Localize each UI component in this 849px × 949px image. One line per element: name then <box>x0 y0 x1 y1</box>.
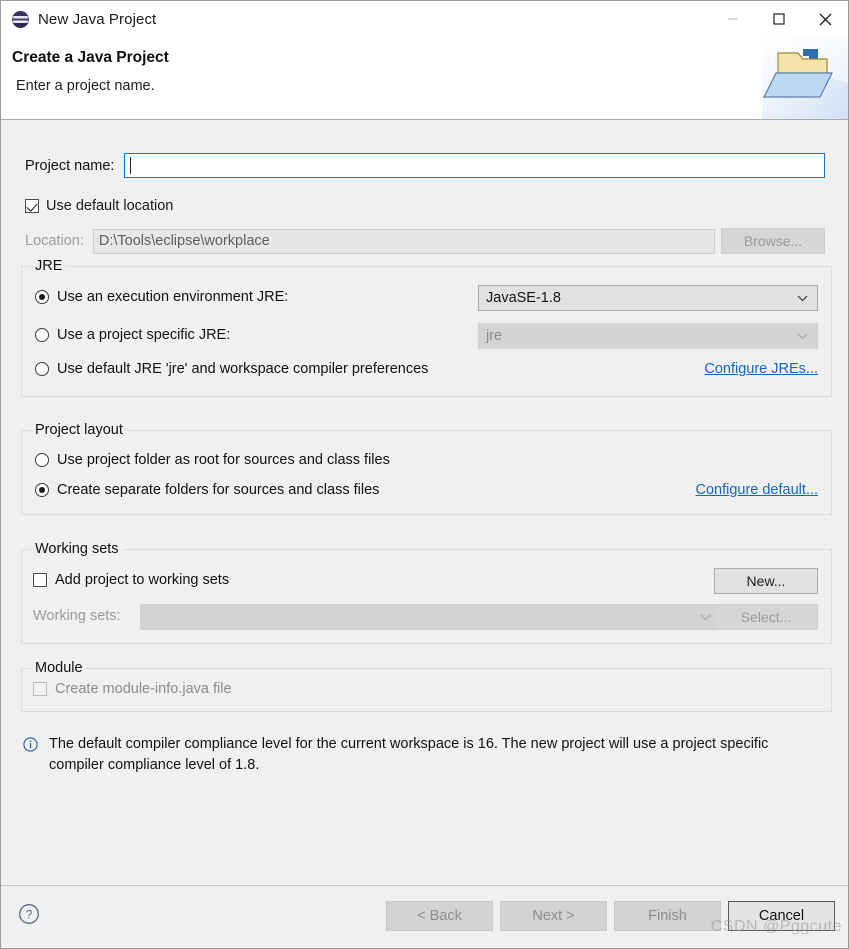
project-layout-group-title: Project layout <box>31 422 127 438</box>
project-layout-group: Project layout Use project folder as roo… <box>21 422 832 515</box>
layout-separate-folders-label: Create separate folders for sources and … <box>57 482 380 498</box>
cancel-button[interactable]: Cancel <box>728 901 835 931</box>
jre-project-specific-label: Use a project specific JRE: <box>57 327 231 343</box>
page-title: Create a Java Project <box>12 49 169 66</box>
info-message-text: The default compiler compliance level fo… <box>49 736 769 773</box>
maximize-button[interactable] <box>756 1 802 37</box>
info-icon <box>23 737 38 752</box>
execution-env-value: JavaSE-1.8 <box>486 290 561 306</box>
working-sets-group: Working sets Add project to working sets… <box>21 541 832 644</box>
dialog-content: Project name: Use default location Locat… <box>1 120 848 885</box>
new-java-project-dialog: New Java Project Create a Java Project E… <box>0 0 849 949</box>
module-group-title: Module <box>31 660 87 676</box>
use-default-location-checkbox[interactable] <box>25 199 39 213</box>
layout-project-folder-label: Use project folder as root for sources a… <box>57 452 390 468</box>
minimize-button[interactable] <box>710 1 756 37</box>
use-default-location-label: Use default location <box>46 198 174 214</box>
chevron-down-icon <box>700 614 711 620</box>
next-button: Next > <box>500 901 607 931</box>
specific-jre-combo: jre <box>478 323 818 349</box>
eclipse-icon <box>12 10 29 28</box>
browse-button: Browse... <box>721 228 825 254</box>
new-working-set-button[interactable]: New... <box>714 568 818 594</box>
info-message: The default compiler compliance level fo… <box>23 734 824 776</box>
jre-group: JRE Use an execution environment JRE: Us… <box>21 258 832 397</box>
jre-execution-env-label: Use an execution environment JRE: <box>57 289 289 305</box>
dialog-header: Create a Java Project Enter a project na… <box>1 37 848 120</box>
working-sets-label: Working sets: <box>33 608 121 624</box>
add-to-working-sets-row[interactable]: Add project to working sets <box>33 572 229 588</box>
chevron-down-icon <box>797 333 808 339</box>
project-name-input[interactable] <box>124 153 825 178</box>
close-button[interactable] <box>802 1 848 37</box>
close-icon <box>819 13 831 25</box>
title-bar: New Java Project <box>1 1 848 37</box>
java-project-folder-icon <box>762 37 848 119</box>
specific-jre-value: jre <box>486 328 503 344</box>
create-module-info-row: Create module-info.java file <box>33 681 232 697</box>
jre-default-radio[interactable] <box>35 362 49 376</box>
jre-execution-env-radio[interactable] <box>35 290 49 304</box>
add-to-working-sets-label: Add project to working sets <box>55 572 230 588</box>
jre-project-specific-radio[interactable] <box>35 328 49 342</box>
working-sets-group-title: Working sets <box>31 541 123 557</box>
layout-option-separate-folders[interactable]: Create separate folders for sources and … <box>35 482 379 498</box>
jre-default-label: Use default JRE 'jre' and workspace comp… <box>57 361 429 377</box>
layout-separate-folders-radio[interactable] <box>35 483 49 497</box>
finish-button: Finish <box>614 901 721 931</box>
window-title: New Java Project <box>38 10 157 28</box>
jre-option-project-specific[interactable]: Use a project specific JRE: <box>35 327 230 343</box>
select-working-set-button: Select... <box>714 604 818 630</box>
chevron-down-icon <box>797 295 808 301</box>
execution-env-combo[interactable]: JavaSE-1.8 <box>478 285 818 311</box>
jre-option-default[interactable]: Use default JRE 'jre' and workspace comp… <box>35 361 428 377</box>
location-row: Location: D:\Tools\eclipse\workplace Bro… <box>25 228 825 254</box>
configure-jres-link[interactable]: Configure JREs... <box>704 361 818 377</box>
title-bar-left: New Java Project <box>1 10 157 28</box>
footer-buttons: < Back Next > Finish Cancel <box>379 901 835 931</box>
minimize-icon <box>728 18 738 20</box>
location-label: Location: <box>25 233 84 249</box>
page-subtitle: Enter a project name. <box>16 78 155 94</box>
create-module-info-label: Create module-info.java file <box>55 681 232 697</box>
project-name-row: Project name: <box>25 153 825 178</box>
help-icon[interactable]: ? <box>18 903 40 925</box>
layout-project-folder-radio[interactable] <box>35 453 49 467</box>
back-button: < Back <box>386 901 493 931</box>
jre-group-title: JRE <box>31 258 67 274</box>
window-controls <box>710 1 848 37</box>
create-module-info-checkbox <box>33 682 47 696</box>
text-caret <box>130 157 132 174</box>
use-default-location-row[interactable]: Use default location <box>25 198 173 214</box>
module-group: Module Create module-info.java file <box>21 660 832 712</box>
maximize-icon <box>773 13 785 25</box>
location-input: D:\Tools\eclipse\workplace <box>92 228 715 254</box>
working-sets-combo <box>140 604 721 630</box>
project-name-label: Project name: <box>25 157 115 174</box>
svg-text:?: ? <box>26 908 33 922</box>
layout-option-project-folder[interactable]: Use project folder as root for sources a… <box>35 452 390 468</box>
dialog-footer: ? < Back Next > Finish Cancel CSDN @Pggc… <box>1 885 848 948</box>
add-to-working-sets-checkbox[interactable] <box>33 573 47 587</box>
configure-default-link[interactable]: Configure default... <box>695 482 818 498</box>
jre-option-execution-env[interactable]: Use an execution environment JRE: <box>35 289 288 305</box>
